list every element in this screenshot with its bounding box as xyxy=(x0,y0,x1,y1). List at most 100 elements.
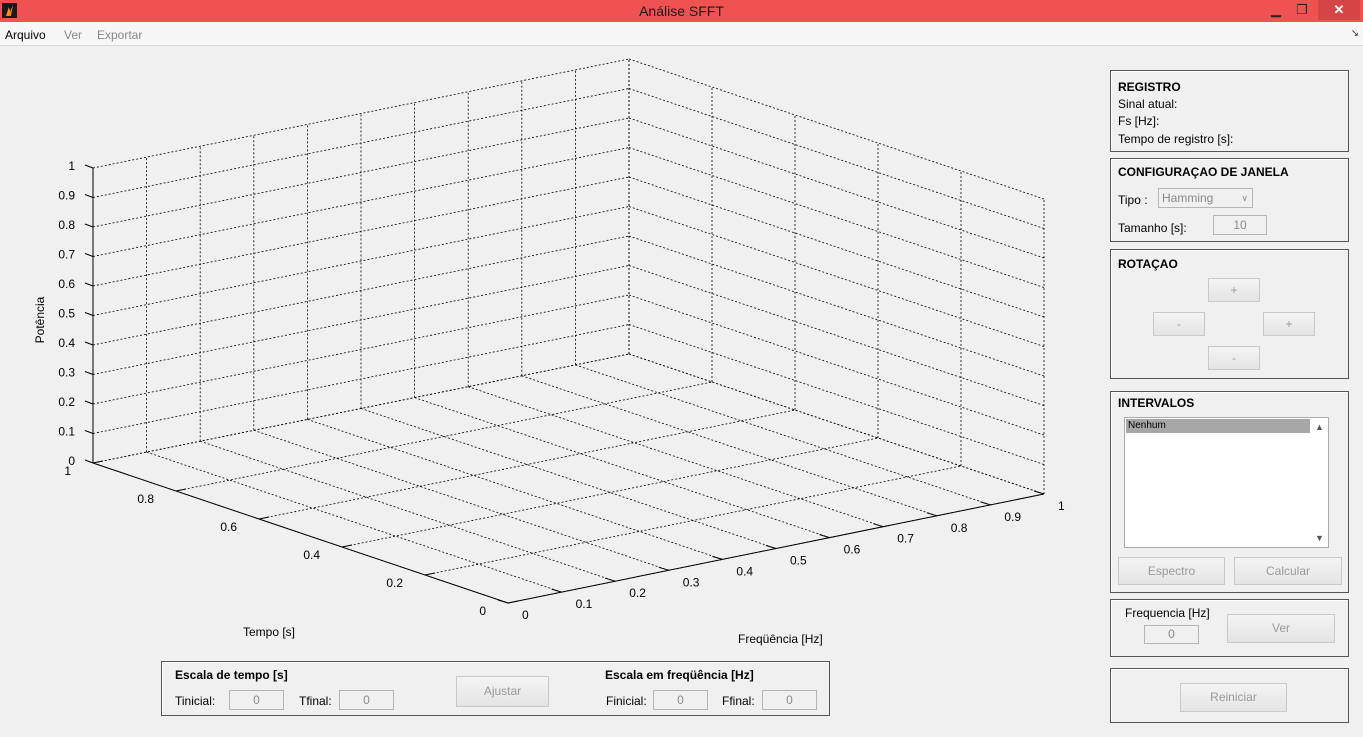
minimize-button[interactable]: ▁ xyxy=(1266,0,1286,20)
grid-line xyxy=(341,437,879,548)
chevron-up-icon[interactable]: ▲ xyxy=(1311,419,1328,435)
z-tick-mark xyxy=(84,430,94,434)
x-tick-label: 0.8 xyxy=(951,521,968,535)
grid-line xyxy=(146,451,562,593)
tinicial-label: Tinicial: xyxy=(175,694,216,708)
z-tick-mark xyxy=(84,400,94,405)
x-tick-mark xyxy=(1033,490,1045,495)
menu-arquivo[interactable]: Arquivo xyxy=(5,28,46,42)
y-tick-label: 0.8 xyxy=(137,492,154,506)
x-tick-label: 0.4 xyxy=(736,564,753,578)
y-tick-mark xyxy=(258,516,270,520)
x-tick-mark xyxy=(497,599,509,604)
x-tick-mark xyxy=(765,545,777,549)
escalas-panel: Escala de tempo [s] Tinicial: 0 Tfinal: … xyxy=(161,661,830,716)
z-tick-mark xyxy=(84,371,94,375)
list-scrollbar[interactable]: ▲ ▼ xyxy=(1311,418,1328,547)
finicial-label: Finicial: xyxy=(606,694,647,708)
grid-line xyxy=(424,465,962,576)
z-tick-mark xyxy=(84,459,94,464)
x-tick-label: 0.9 xyxy=(1004,510,1021,524)
calcular-button[interactable]: Calcular xyxy=(1234,557,1342,585)
intervalos-panel: INTERVALOS Nenhum ▲ ▼ Espectro Calcular xyxy=(1110,391,1349,593)
x-tick-mark xyxy=(980,501,991,506)
reiniciar-button[interactable]: Reiniciar xyxy=(1180,683,1287,712)
y-tick-label: 0.2 xyxy=(386,576,403,590)
fs-label: Fs [Hz]: xyxy=(1118,114,1160,128)
grid-line xyxy=(628,58,1045,200)
window-type-value: Hamming xyxy=(1162,191,1214,205)
ffinal-field[interactable]: 0 xyxy=(762,690,817,710)
z-axis-label: Potência xyxy=(33,296,47,343)
rotate-right-button[interactable]: + xyxy=(1263,312,1315,336)
window-type-select[interactable]: Hamming ∨ xyxy=(1158,188,1253,208)
z-tick-mark xyxy=(84,194,94,198)
x-tick-mark xyxy=(551,588,562,593)
x-tick-label: 0 xyxy=(522,608,529,622)
menu-ver[interactable]: Ver xyxy=(64,28,82,42)
grid-line xyxy=(575,364,991,506)
x-tick-label: 0.7 xyxy=(897,532,914,546)
y-tick-mark xyxy=(424,572,436,576)
x-tick-label: 0.2 xyxy=(629,586,646,600)
escala-freq-title: Escala em freqüência [Hz] xyxy=(605,668,754,682)
z-tick-label: 0.7 xyxy=(58,248,75,262)
grid-line xyxy=(175,381,713,492)
menu-bar: Arquivo Ver Exportar ↘ xyxy=(0,22,1363,46)
z-tick-label: 0.4 xyxy=(58,336,75,350)
z-tick-label: 0.1 xyxy=(58,425,75,439)
y-tick-labels: 0 0.2 0.4 0.6 0.8 1 xyxy=(64,464,486,618)
y-tick-mark xyxy=(92,460,104,464)
list-item[interactable]: Nenhum xyxy=(1126,419,1310,433)
intervalos-title: INTERVALOS xyxy=(1118,396,1195,410)
tempo-registro-label: Tempo de registro [s]: xyxy=(1118,132,1234,146)
close-button[interactable]: ✕ xyxy=(1318,0,1360,20)
chevron-down-icon[interactable]: ▼ xyxy=(1311,530,1328,546)
z-tick-label: 0.2 xyxy=(58,395,75,409)
spectrogram-3d-axes[interactable]: 0 0.1 0.2 0.3 0.4 0.5 0.6 0.7 0.8 0.9 1 0 0.2 0.4 0.6… xyxy=(0,46,1090,656)
z-tick-label: 1 xyxy=(68,159,75,173)
tamanho-field[interactable]: 10 xyxy=(1213,215,1267,235)
x-tick-mark xyxy=(873,523,884,528)
grid-line xyxy=(92,324,630,434)
y-tick-label: 0 xyxy=(479,604,486,618)
x-tick-label: 0.6 xyxy=(844,543,861,557)
frequencia-field[interactable]: 0 xyxy=(1144,625,1199,644)
z-tick-label: 0.9 xyxy=(58,189,75,203)
grid-line xyxy=(92,353,630,464)
tipo-label: Tipo : xyxy=(1118,193,1148,207)
rotate-up-button[interactable]: + xyxy=(1208,278,1260,302)
finicial-field[interactable]: 0 xyxy=(653,690,708,710)
maximize-button[interactable]: ❐ xyxy=(1292,0,1312,20)
z-tick-mark xyxy=(84,312,94,316)
ajustar-button[interactable]: Ajustar xyxy=(456,676,549,707)
title-bar: Análise SFFT ▁ ❐ ✕ xyxy=(0,0,1363,22)
tfinal-field[interactable]: 0 xyxy=(339,690,394,710)
dock-arrow-icon[interactable]: ↘ xyxy=(1351,28,1359,39)
grid-line xyxy=(92,176,630,287)
grid-line xyxy=(628,147,1045,288)
tinicial-field[interactable]: 0 xyxy=(229,690,284,710)
frequencia-label: Frequencia [Hz] xyxy=(1125,606,1210,620)
grid-line xyxy=(628,294,1045,436)
y-tick-label: 1 xyxy=(64,464,71,478)
x-tick-mark xyxy=(658,566,669,571)
menu-exportar[interactable]: Exportar xyxy=(97,28,142,42)
tfinal-label: Tfinal: xyxy=(299,694,332,708)
z-tick-mark xyxy=(84,282,94,287)
grid-line xyxy=(628,353,1045,495)
rotate-left-button[interactable]: - xyxy=(1153,312,1205,336)
x-tick-mark xyxy=(926,512,937,517)
z-tick-mark xyxy=(84,253,94,257)
interval-list[interactable]: Nenhum ▲ ▼ xyxy=(1124,417,1329,548)
grid-line xyxy=(628,235,1045,377)
y-axis-label: Tempo [s] xyxy=(243,625,295,639)
y-axis-line xyxy=(92,462,509,604)
rotate-down-button[interactable]: - xyxy=(1208,346,1260,370)
tamanho-label: Tamanho [s]: xyxy=(1118,221,1187,235)
rotacao-title: ROTAÇAO xyxy=(1118,257,1178,271)
grid-line xyxy=(521,375,937,517)
espectro-button[interactable]: Espectro xyxy=(1118,557,1225,585)
ver-button[interactable]: Ver xyxy=(1227,614,1335,643)
x-tick-mark xyxy=(712,555,723,560)
